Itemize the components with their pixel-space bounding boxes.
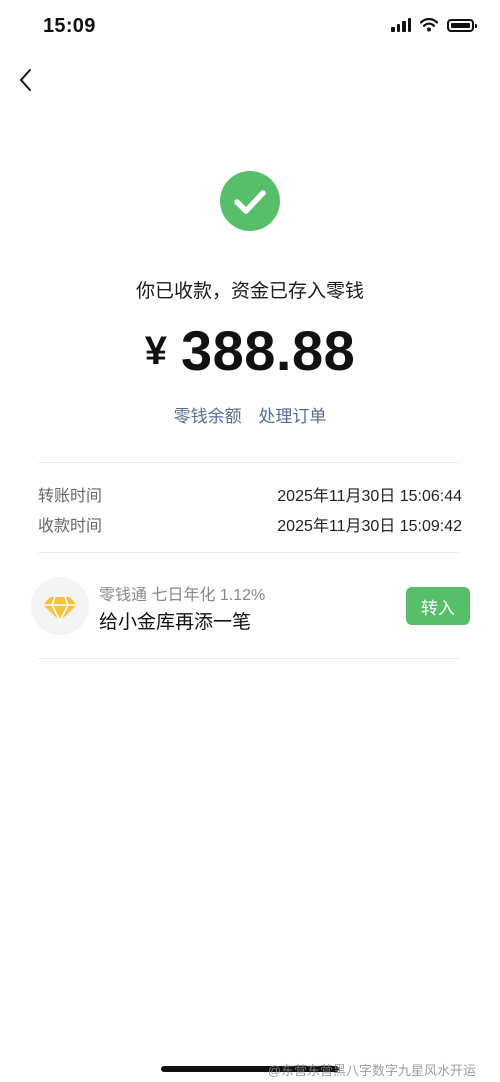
watermark: @东营东营黑八字数字九星风水开运 bbox=[267, 1063, 476, 1078]
transfer-in-button[interactable]: 转入 bbox=[406, 587, 470, 625]
transfer-time-value: 2025年11月30日 15:06:44 bbox=[277, 488, 462, 505]
back-button[interactable] bbox=[14, 66, 42, 94]
battery-icon bbox=[447, 18, 477, 32]
promo-subtitle: 零钱通 七日年化 1.12% bbox=[99, 587, 266, 604]
status-time: 15:09 bbox=[43, 15, 96, 37]
cellular-signal-icon bbox=[391, 18, 411, 32]
process-order-link[interactable]: 处理订单 bbox=[258, 407, 326, 426]
status-bar: 15:09 bbox=[0, 0, 500, 56]
result-message: 你已收款，资金已存入零钱 bbox=[135, 281, 364, 302]
transfer-time-label: 转账时间 bbox=[38, 488, 103, 505]
receive-time-value: 2025年11月30日 15:09:42 bbox=[277, 518, 462, 535]
transfer-time-row: 转账时间 2025年11月30日 15:06:44 bbox=[38, 482, 462, 506]
action-links: 零钱余额 处理订单 bbox=[0, 402, 500, 427]
divider bbox=[38, 462, 462, 463]
chevron-left-icon bbox=[20, 69, 31, 91]
diamond-icon bbox=[43, 596, 77, 622]
success-check-icon bbox=[220, 171, 280, 231]
divider bbox=[38, 658, 462, 659]
divider bbox=[38, 552, 462, 553]
promo-title: 给小金库再添一笔 bbox=[99, 612, 252, 633]
currency-symbol: ¥ bbox=[144, 329, 167, 373]
receive-time-row: 收款时间 2025年11月30日 15:09:42 bbox=[38, 512, 462, 536]
receive-time-label: 收款时间 bbox=[38, 518, 103, 535]
amount-display: ¥388.88 bbox=[0, 318, 500, 383]
promo-icon-wrapper bbox=[31, 577, 89, 635]
wifi-icon bbox=[420, 18, 438, 32]
amount-value: 388.88 bbox=[180, 319, 356, 382]
balance-link[interactable]: 零钱余额 bbox=[174, 407, 242, 426]
status-icons bbox=[391, 18, 477, 32]
